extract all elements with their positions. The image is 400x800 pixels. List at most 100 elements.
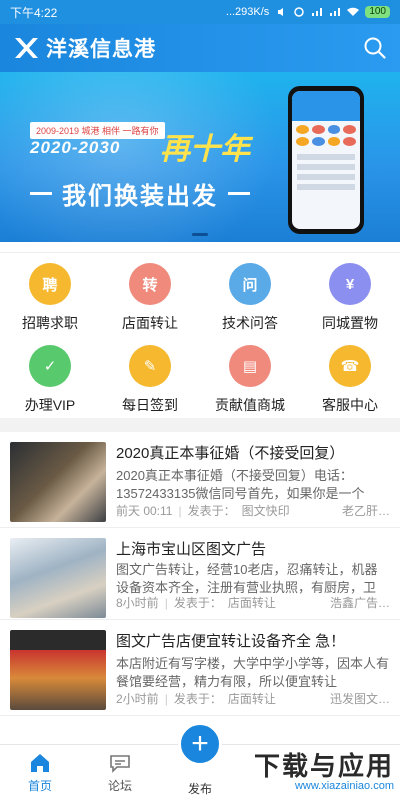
- post-posted-in: 发表于：: [173, 596, 222, 610]
- yuan-icon: ¥: [329, 263, 371, 305]
- service-icon: ☎: [329, 345, 371, 387]
- nav-forum[interactable]: 论坛: [80, 745, 160, 800]
- wifi-icon: [347, 7, 360, 16]
- banner-slogan: 我们换装出发: [30, 176, 250, 211]
- post-category: 图文快印: [241, 504, 290, 518]
- grid-item-recruit[interactable]: 聘 招聘求职: [0, 253, 100, 335]
- publish-label: 发布: [187, 782, 212, 796]
- publish-button[interactable]: +: [178, 722, 222, 766]
- list-item[interactable]: 2020真正本事征婚（不接受回复） 2020真正本事征婚（不接受回复）电话：13…: [0, 432, 400, 528]
- app-title: 洋溪信息港: [46, 38, 156, 61]
- post-list: 2020真正本事征婚（不接受回复） 2020真正本事征婚（不接受回复）电话：13…: [0, 432, 400, 744]
- status-bar: 下午4:22 ...293K/s 100: [0, 0, 400, 24]
- grid-label: 客服中心: [322, 397, 378, 413]
- post-desc: 本店附近有写字楼，大学中学小学等，因本人有餐馆要经营，精力有限，所以便宜转让: [116, 655, 390, 689]
- post-meta: 8小时前 | 发表于： 店面转让 浩鑫广告…: [116, 594, 390, 611]
- post-thumbnail: [10, 630, 106, 710]
- banner-tag: 2009-2019 城港 相伴 一路有你: [30, 122, 165, 139]
- post-title: 2020真正本事征婚（不接受回复）: [116, 445, 345, 462]
- banner-carousel[interactable]: 2009-2019 城港 相伴 一路有你 2020-2030 再十年 我们换装出…: [0, 72, 400, 242]
- list-item[interactable]: 上海市宝山区图文广告 图文广告转让，经营10老店，忍痛转让，机器设备资本齐全，注…: [0, 528, 400, 620]
- status-time: 下午4:22: [10, 5, 58, 20]
- phone-dot: [311, 125, 325, 134]
- banner-slogan-right: 再十年: [160, 132, 250, 167]
- grid-item-vip[interactable]: ✓ 办理VIP: [0, 335, 100, 417]
- meta-separator: |: [178, 503, 182, 518]
- meta-separator: |: [164, 691, 168, 706]
- phone-line: [297, 164, 355, 170]
- qa-icon: 问: [229, 263, 271, 305]
- post-author: 迅发图文…: [330, 692, 390, 706]
- phone-line: [297, 184, 355, 190]
- post-desc: 2020真正本事征婚（不接受回复）电话：13572433135微信同号首先，如果…: [116, 467, 365, 501]
- phone-dot: [311, 137, 325, 146]
- forum-icon: [110, 755, 130, 773]
- phone-dot: [343, 137, 356, 146]
- post-title: 上海市宝山区图文广告: [116, 541, 267, 558]
- post-title: 图文广告店便宜转让设备齐全 急！: [116, 633, 346, 650]
- category-grid-inner: 聘 招聘求职 转 店面转让 问 技术问答 ¥ 同城置物 ✓ 办理VIP ✎ 每日…: [0, 253, 400, 417]
- post-content: 图文广告店便宜转让设备齐全 急！ 本店附近有写字楼，大学中学小学等，因本人有餐馆…: [116, 630, 390, 707]
- nav-forum-label: 论坛: [107, 779, 132, 793]
- grid-item-service[interactable]: ☎ 客服中心: [300, 335, 400, 417]
- search-icon[interactable]: [362, 35, 388, 61]
- battery-indicator: 100: [365, 6, 390, 18]
- grid-item-local-goods[interactable]: ¥ 同城置物: [300, 253, 400, 335]
- phone-line: [297, 174, 355, 180]
- phone-dot: [327, 137, 341, 146]
- phone-screen-header: [292, 91, 360, 121]
- plus-icon: +: [191, 727, 209, 760]
- phone-screen: [292, 91, 360, 229]
- nav-home-label: 首页: [27, 779, 52, 793]
- post-author: 浩鑫广告…: [330, 596, 390, 610]
- status-right: ...293K/s 100: [226, 6, 390, 18]
- grid-item-checkin[interactable]: ✎ 每日签到: [100, 335, 200, 417]
- post-category: 店面转让: [227, 692, 276, 706]
- grid-label: 同城置物: [322, 315, 378, 331]
- watermark-small: www.xiazainiao.com: [294, 780, 394, 792]
- section-divider: [0, 418, 400, 432]
- post-posted-in: 发表于：: [187, 504, 236, 518]
- grid-label: 技术问答: [222, 315, 278, 331]
- checkin-icon: ✎: [129, 345, 171, 387]
- phone-line: [297, 154, 355, 160]
- phone-dot: [296, 137, 309, 146]
- watermark-big: 下载与应用: [253, 751, 394, 781]
- meta-separator: |: [164, 595, 168, 610]
- post-category: 店面转让: [227, 596, 276, 610]
- category-grid: 聘 招聘求职 转 店面转让 问 技术问答 ¥ 同城置物 ✓ 办理VIP ✎ 每日…: [0, 252, 400, 418]
- mute-icon: [278, 8, 284, 16]
- post-content: 上海市宝山区图文广告 图文广告转让，经营10老店，忍痛转让，机器设备资本齐全，注…: [116, 538, 390, 611]
- phone-dot: [296, 125, 309, 134]
- post-time: 8小时前: [116, 596, 159, 610]
- vip-icon: ✓: [29, 345, 71, 387]
- grid-item-shop[interactable]: ▤ 贡献值商城: [200, 335, 300, 417]
- post-content: 2020真正本事征婚（不接受回复） 2020真正本事征婚（不接受回复）电话：13…: [116, 442, 390, 519]
- grid-item-qa[interactable]: 问 技术问答: [200, 253, 300, 335]
- alarm-icon: [294, 7, 305, 17]
- app-logo-icon: [15, 38, 38, 58]
- transfer-icon: 转: [129, 263, 171, 305]
- grid-label: 每日签到: [122, 397, 178, 413]
- banner-slogan-text: 我们换装出发: [62, 183, 218, 210]
- post-thumbnail: [10, 538, 106, 618]
- post-posted-in: 发表于：: [173, 692, 222, 706]
- post-meta: 前天 00:11 | 发表于： 图文快印 老乙肝…: [116, 502, 390, 519]
- grid-label: 办理VIP: [24, 397, 76, 413]
- home-icon: [31, 754, 49, 772]
- post-time: 前天 00:11: [116, 504, 173, 518]
- signal-icon: [312, 8, 323, 16]
- app-header: 洋溪信息港: [0, 24, 400, 72]
- list-item[interactable]: 图文广告店便宜转让设备齐全 急！ 本店附近有写字楼，大学中学小学等，因本人有餐馆…: [0, 620, 400, 716]
- banner-years: 2020-2030: [30, 138, 121, 157]
- post-thumbnail: [10, 442, 106, 522]
- grid-item-transfer[interactable]: 转 店面转让: [100, 253, 200, 335]
- nav-home[interactable]: 首页: [0, 745, 80, 800]
- post-author: 老乙肝…: [341, 504, 390, 518]
- banner-phone-mockup: [288, 86, 364, 234]
- phone-dot: [343, 125, 356, 134]
- recruit-icon: 聘: [29, 263, 71, 305]
- phone-screen-grid: [292, 121, 360, 150]
- banner-indicator[interactable]: [192, 233, 208, 236]
- grid-label: 店面转让: [122, 315, 178, 331]
